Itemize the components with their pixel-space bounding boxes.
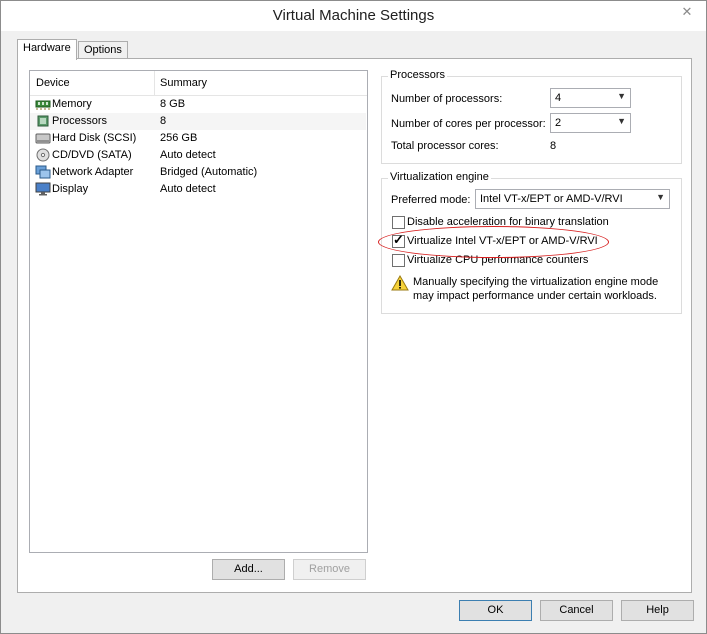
virtualization-group-title: Virtualization engine: [388, 171, 491, 183]
vm-settings-window: Virtual Machine Settings ✕ Hardware Opti…: [0, 0, 707, 634]
help-button[interactable]: Help: [621, 600, 694, 621]
virtualize-vtx-label: Virtualize Intel VT-x/EPT or AMD-V/RVI: [407, 235, 598, 247]
disable-acceleration-checkbox[interactable]: [392, 216, 405, 229]
device-row-memory[interactable]: Memory 8 GB: [30, 96, 366, 113]
device-row-network-adapter[interactable]: Network Adapter Bridged (Automatic): [30, 164, 366, 181]
display-icon: [35, 182, 51, 196]
cores-per-processor-select[interactable]: 2 ▼: [550, 113, 631, 133]
column-header-summary[interactable]: Summary: [160, 77, 207, 89]
column-header-device[interactable]: Device: [36, 77, 70, 89]
num-processors-label: Number of processors:: [391, 93, 503, 105]
cores-per-processor-label: Number of cores per processor:: [391, 118, 546, 130]
device-summary: Bridged (Automatic): [160, 166, 258, 178]
remove-button[interactable]: Remove: [293, 559, 366, 580]
disable-acceleration-label: Disable acceleration for binary translat…: [407, 216, 609, 228]
device-list-header: Device Summary: [30, 71, 367, 96]
preferred-mode-select[interactable]: Intel VT-x/EPT or AMD-V/RVI ▼: [475, 189, 670, 209]
close-icon[interactable]: ✕: [672, 2, 702, 22]
virtualize-vtx-checkbox[interactable]: ✓: [392, 232, 405, 248]
device-summary: 256 GB: [160, 132, 198, 144]
tab-options-label: Options: [84, 44, 122, 56]
device-row-processors[interactable]: Processors 8: [30, 113, 366, 130]
device-summary: 8 GB: [160, 98, 186, 110]
virtualize-perf-counters-checkbox[interactable]: [392, 254, 405, 267]
num-processors-select[interactable]: 4 ▼: [550, 88, 631, 108]
num-processors-value: 4: [555, 92, 562, 104]
device-name: Hard Disk (SCSI): [52, 132, 137, 144]
total-cores-value: 8: [550, 140, 557, 152]
device-name: Network Adapter: [52, 166, 134, 178]
cancel-button[interactable]: Cancel: [540, 600, 613, 621]
cd-dvd-icon: [36, 148, 50, 162]
virtualization-warning-text: Manually specifying the virtualization e…: [413, 276, 659, 302]
device-row-display[interactable]: Display Auto detect: [30, 181, 366, 198]
device-name: Memory: [52, 98, 92, 110]
processors-group-title: Processors: [388, 69, 448, 81]
chevron-down-icon: ▼: [617, 91, 626, 101]
preferred-mode-label: Preferred mode:: [391, 194, 471, 206]
chevron-down-icon: ▼: [656, 192, 665, 202]
device-name: Display: [52, 183, 89, 195]
memory-icon: [35, 100, 51, 110]
cores-per-processor-value: 2: [555, 117, 562, 129]
warning-icon: [391, 275, 409, 291]
device-list[interactable]: Device Summary Memory 8 GB Processors 8: [29, 70, 368, 553]
virtualize-perf-counters-label: Virtualize CPU performance counters: [407, 254, 589, 266]
device-row-hard-disk[interactable]: Hard Disk (SCSI) 256 GB: [30, 130, 366, 147]
hard-disk-icon: [35, 133, 51, 144]
add-button[interactable]: Add...: [212, 559, 285, 580]
chevron-down-icon: ▼: [617, 116, 626, 126]
device-summary: 8: [160, 115, 167, 127]
total-cores-label: Total processor cores:: [391, 140, 499, 152]
device-name: CD/DVD (SATA): [52, 149, 132, 161]
device-row-cd-dvd[interactable]: CD/DVD (SATA) Auto detect: [30, 147, 366, 164]
processor-icon: [37, 115, 49, 127]
column-separator[interactable]: [154, 71, 155, 95]
checkmark-icon: ✓: [393, 232, 404, 247]
tab-hardware-label: Hardware: [23, 42, 71, 54]
device-summary: Auto detect: [160, 183, 216, 195]
tab-hardware[interactable]: Hardware: [17, 39, 77, 60]
window-title: Virtual Machine Settings: [272, 7, 435, 24]
preferred-mode-value: Intel VT-x/EPT or AMD-V/RVI: [480, 193, 623, 205]
ok-button[interactable]: OK: [459, 600, 532, 621]
network-adapter-icon: [35, 165, 51, 179]
device-summary: Auto detect: [160, 149, 216, 161]
title-bar: Virtual Machine Settings ✕: [1, 1, 706, 31]
device-name: Processors: [52, 115, 108, 127]
